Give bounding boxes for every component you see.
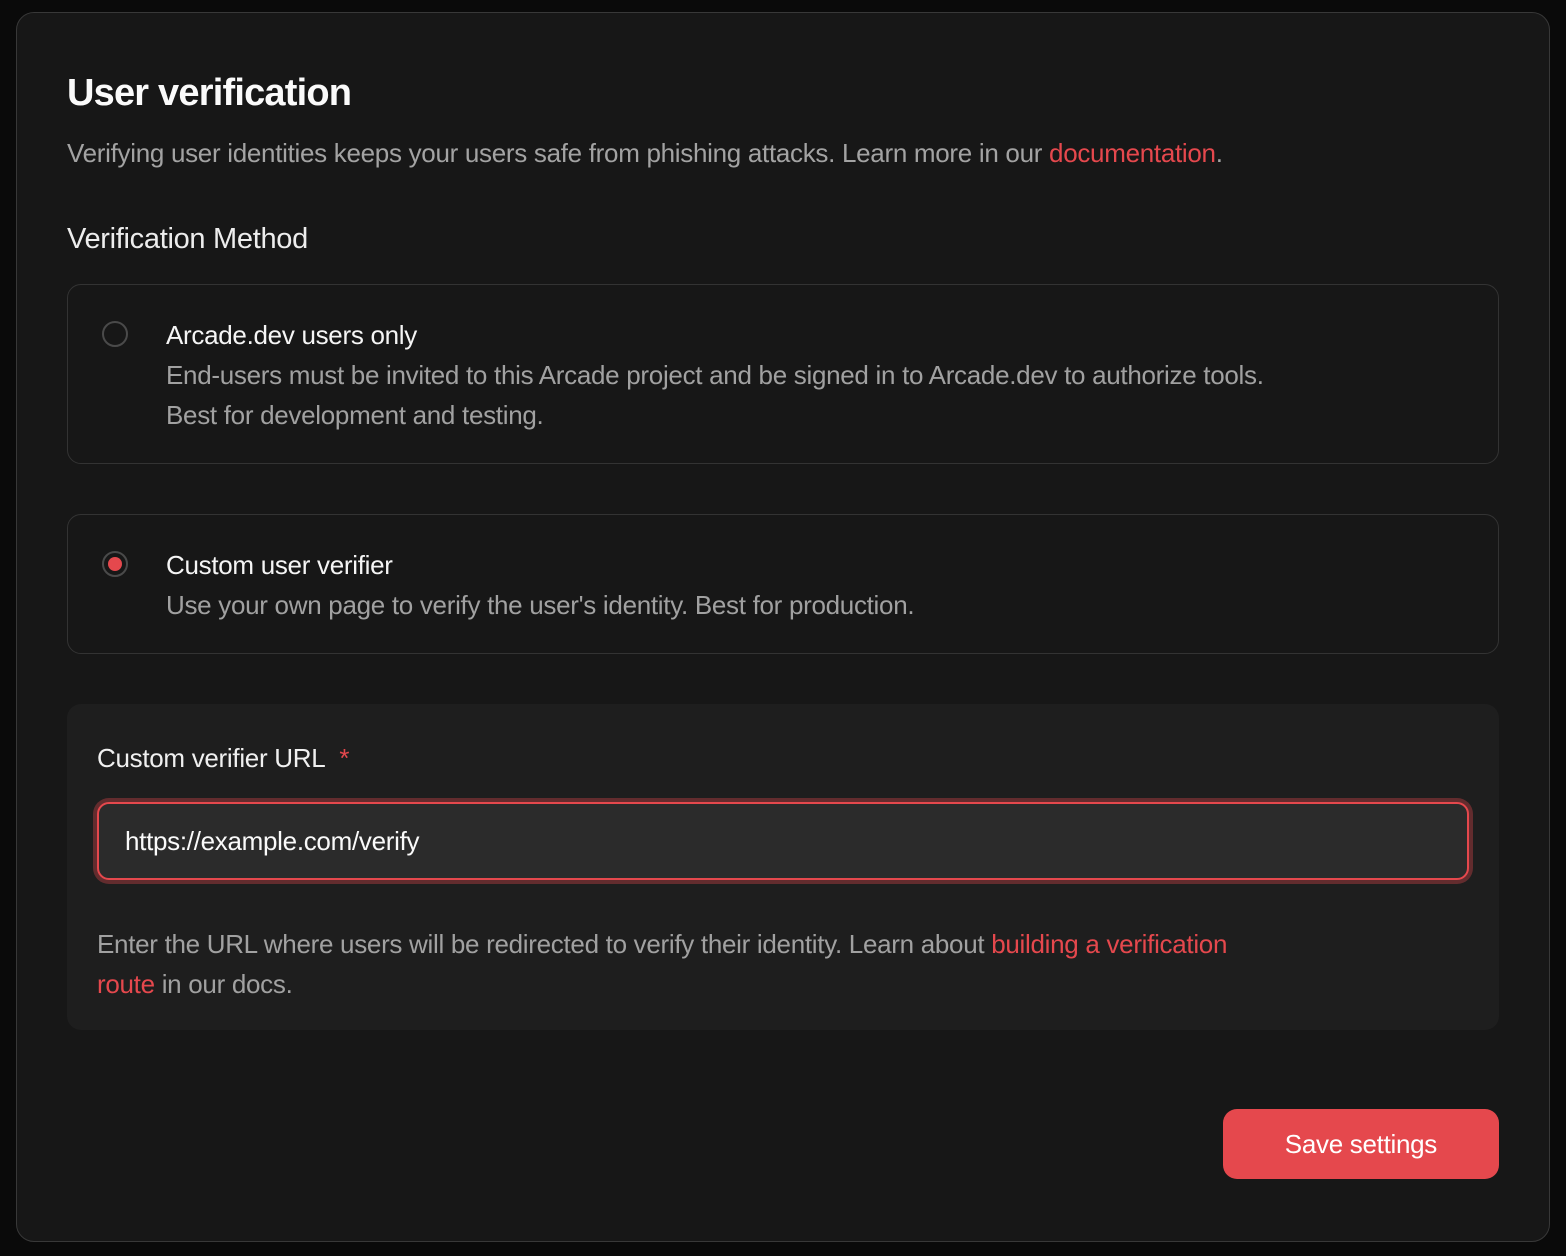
custom-verifier-panel: Custom verifier URL * Enter the URL wher… [67, 704, 1499, 1030]
radio-custom-user-verifier[interactable] [102, 551, 128, 577]
option-arcade-dev-users-only[interactable]: Arcade.dev users only End-users must be … [67, 284, 1499, 464]
option-custom-user-verifier[interactable]: Custom user verifier Use your own page t… [67, 514, 1499, 654]
page-title: User verification [67, 71, 1499, 115]
option-description: End-users must be invited to this Arcade… [166, 355, 1264, 435]
verification-method-heading: Verification Method [67, 221, 1499, 257]
custom-verifier-url-input[interactable] [97, 802, 1469, 880]
option-label: Arcade.dev users only [166, 315, 1264, 355]
option-label: Custom user verifier [166, 545, 914, 585]
help-text-suffix: in our docs. [155, 969, 293, 999]
required-asterisk: * [339, 743, 349, 774]
actions-row: Save settings [67, 1109, 1499, 1179]
custom-verifier-label-row: Custom verifier URL * [97, 738, 1469, 778]
link-text-line2: route [97, 969, 155, 999]
radio-arcade-dev-users-only[interactable] [102, 321, 128, 347]
save-settings-button[interactable]: Save settings [1223, 1109, 1499, 1179]
page-description-period: . [1216, 138, 1223, 168]
custom-verifier-url-label: Custom verifier URL [97, 738, 325, 778]
link-text-line1: building a verification [991, 929, 1227, 959]
option-text: Arcade.dev users only End-users must be … [166, 315, 1264, 435]
custom-verifier-help: Enter the URL where users will be redire… [97, 924, 1469, 1004]
page-description: Verifying user identities keeps your use… [67, 133, 1499, 173]
documentation-link[interactable]: documentation [1049, 138, 1216, 168]
page-description-text: Verifying user identities keeps your use… [67, 138, 1049, 168]
option-description: Use your own page to verify the user's i… [166, 585, 914, 625]
option-text: Custom user verifier Use your own page t… [166, 545, 914, 625]
user-verification-card: User verification Verifying user identit… [16, 12, 1550, 1242]
help-text-prefix: Enter the URL where users will be redire… [97, 929, 991, 959]
